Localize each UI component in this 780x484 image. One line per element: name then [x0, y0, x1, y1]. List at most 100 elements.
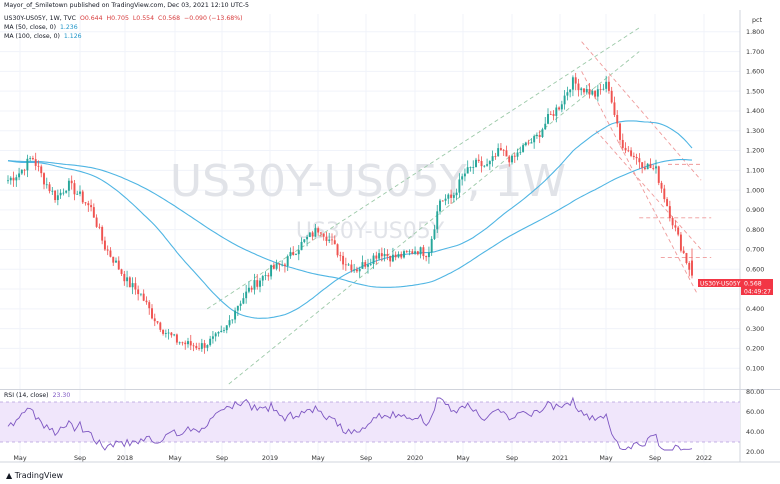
y-tick-label: 0.200 — [746, 345, 764, 353]
candle-body — [76, 193, 79, 195]
candle-body — [137, 289, 140, 295]
candle-body — [511, 155, 513, 163]
candle-body — [367, 264, 369, 267]
candle-body — [488, 161, 491, 165]
candle-body — [400, 253, 403, 258]
candle-body — [170, 332, 173, 336]
candle-body — [569, 89, 572, 93]
candle-body — [236, 305, 239, 311]
candle-body — [574, 77, 577, 84]
ma50-legend[interactable]: MA (50, close, 0) 1.236 — [4, 24, 80, 31]
ohlc-change: −0.090 (−13.68%) — [184, 15, 243, 22]
x-tick-label: May — [599, 454, 612, 462]
candle-body — [220, 330, 223, 333]
candle-body — [632, 155, 635, 157]
rsi-tick-label: 80.00 — [746, 388, 764, 396]
ohlc-close: C0.568 — [158, 15, 181, 22]
rsi-legend[interactable]: RSI (14, close) 23.30 — [4, 392, 72, 399]
candle-body — [87, 203, 90, 206]
candle-body — [364, 262, 367, 267]
candle-body — [228, 320, 231, 326]
candle-body — [292, 251, 295, 256]
x-tick-label: Sep — [506, 454, 518, 462]
candle-body — [555, 107, 558, 116]
candle-body — [101, 227, 104, 241]
candle-body — [677, 227, 680, 235]
candle-body — [577, 83, 580, 91]
candle-body — [391, 254, 394, 262]
candle-body — [530, 142, 533, 144]
x-tick-label: 2022 — [696, 454, 712, 462]
candle-body — [646, 163, 649, 170]
candle-body — [29, 158, 32, 159]
x-tick-label: May — [168, 454, 181, 462]
candle-body — [494, 156, 497, 157]
candle-body — [120, 269, 123, 274]
y-tick-label: 1.200 — [746, 147, 764, 155]
candle-body — [378, 253, 381, 259]
time-axis: May Sep 2018 May Sep 2019 May Sep 2020 May Sep 2021… — [0, 454, 780, 463]
candle-body — [70, 180, 73, 184]
candle-body — [84, 202, 87, 204]
candle-body — [535, 134, 538, 137]
candle-body — [685, 253, 688, 263]
candle-body — [375, 255, 378, 259]
candle-body — [408, 251, 411, 253]
candle-body — [328, 239, 331, 241]
candle-body — [347, 264, 350, 266]
candle-body — [599, 89, 602, 91]
candle-body — [558, 107, 561, 110]
candle-body — [109, 250, 112, 257]
candle-body — [303, 239, 306, 242]
candle-body — [643, 167, 646, 170]
y-tick-label: 0.800 — [746, 226, 764, 234]
candle-body — [469, 167, 472, 168]
candle-body — [242, 298, 245, 304]
y-tick-label: 1.800 — [746, 28, 764, 36]
candle-body — [306, 236, 309, 240]
axis-unit: pct — [752, 16, 763, 24]
candle-body — [671, 218, 674, 226]
candle-body — [142, 293, 145, 301]
candle-body — [128, 277, 131, 288]
candle-body — [51, 190, 54, 192]
chart-canvas: US30Y-US05Y, 1W US30Y-US05Y 0.100 0.200 0.… — [0, 10, 780, 463]
candle-body — [441, 200, 444, 202]
candle-body — [67, 180, 70, 191]
candle-body — [117, 260, 120, 270]
candle-body — [389, 255, 392, 262]
x-tick-label: 2020 — [407, 454, 423, 462]
candle-body — [655, 166, 657, 169]
candle-body — [65, 190, 68, 193]
candle-body — [79, 191, 81, 194]
candle-body — [475, 159, 477, 168]
candle-body — [353, 269, 356, 271]
x-tick-label: 2018 — [117, 454, 133, 462]
candle-body — [486, 164, 489, 166]
candle-body — [386, 253, 389, 256]
candle-body — [571, 77, 574, 90]
y-tick-label: 0.400 — [746, 305, 764, 313]
candle-body — [239, 303, 242, 306]
ma50-value: 1.236 — [59, 24, 78, 31]
candle-body — [433, 229, 436, 239]
candle-body — [26, 158, 29, 171]
candle-body — [439, 200, 441, 212]
candle-body — [164, 333, 167, 334]
candle-body — [203, 343, 206, 348]
candle-body — [563, 95, 566, 105]
candle-body — [217, 332, 220, 334]
candle-body — [198, 348, 201, 349]
ma100-legend[interactable]: MA (100, close, 0) 1.126 — [4, 33, 84, 40]
candle-body — [286, 256, 289, 266]
candle-body — [549, 114, 552, 115]
candle-body — [153, 318, 156, 322]
candle-body — [452, 195, 455, 198]
candle-body — [187, 341, 189, 345]
candle-body — [92, 207, 95, 218]
symbol-legend[interactable]: US30Y-US05Y, 1W, TVC O0.644 H0.705 L0.55… — [4, 15, 245, 22]
tradingview-logo[interactable]: ▲ TradingView — [6, 471, 63, 480]
candle-body — [607, 81, 610, 91]
candle-body — [200, 343, 203, 349]
x-tick-label: 2021 — [552, 454, 568, 462]
